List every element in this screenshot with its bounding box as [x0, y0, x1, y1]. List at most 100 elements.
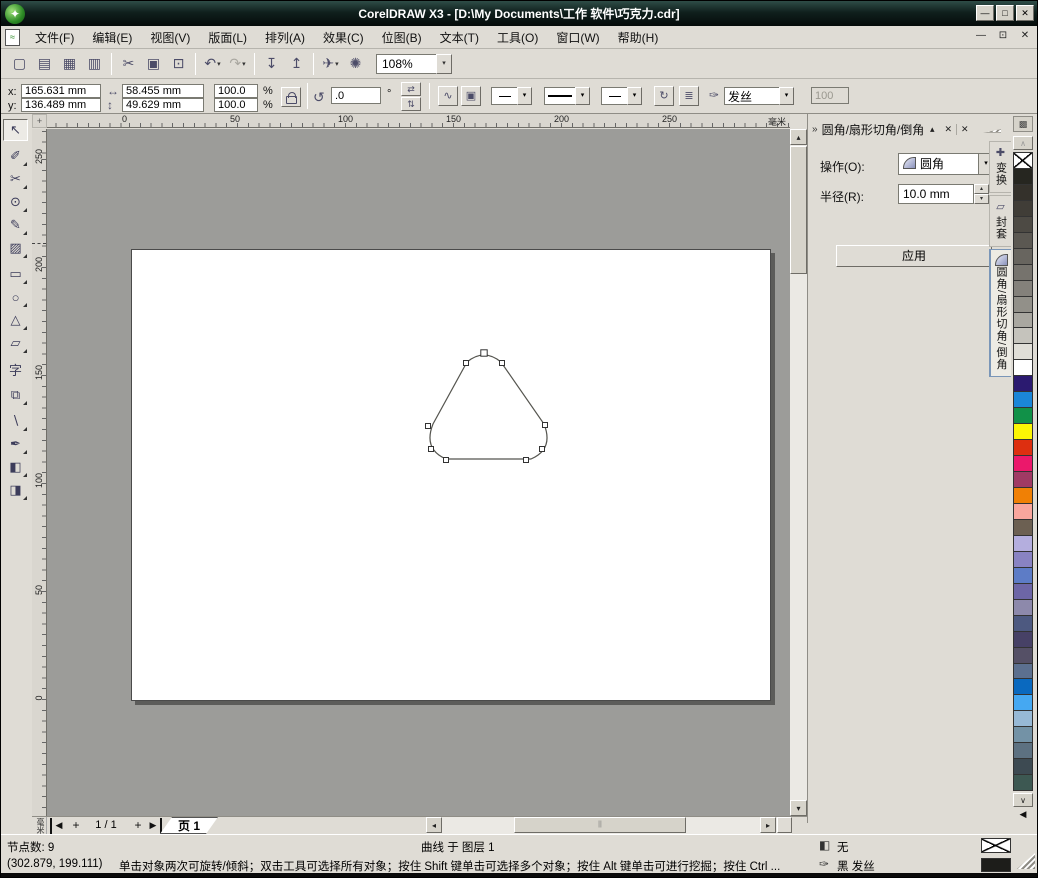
rectangle-tool[interactable]: ▭ — [3, 263, 28, 285]
docker-group-close-button[interactable]: ✕ — [956, 123, 972, 135]
close-button[interactable]: ✕ — [1016, 5, 1034, 21]
menu-tools[interactable]: 工具(O) — [488, 26, 547, 49]
palette-scroll-down-button[interactable]: ∨ — [1013, 793, 1033, 807]
flyout-arrow-icon[interactable] — [23, 280, 27, 284]
scroll-left-button[interactable]: ◂ — [426, 817, 442, 833]
freehand-tool[interactable]: ✎ — [3, 214, 28, 236]
curve-object[interactable] — [429, 354, 548, 460]
add-page-after-button[interactable]: + — [130, 818, 146, 834]
curve-node[interactable] — [480, 349, 488, 357]
restore-button[interactable]: □ — [996, 5, 1014, 21]
pick-tool[interactable]: ↖ — [3, 119, 28, 141]
redo-button[interactable]: ↷ ▾ — [225, 52, 250, 76]
radius-field[interactable]: 10.0 mm — [898, 184, 974, 204]
flyout-arrow-icon[interactable] — [23, 401, 27, 405]
curve-node[interactable] — [428, 446, 434, 452]
crop-tool[interactable]: ✂ — [3, 168, 28, 190]
color-swatch[interactable] — [1014, 743, 1032, 760]
zoom-tool[interactable]: ⊙ — [3, 191, 28, 213]
outline-width-dropdown[interactable]: ▾ — [779, 87, 794, 105]
flyout-arrow-icon[interactable] — [23, 427, 27, 431]
scroll-down-button[interactable]: ▾ — [790, 800, 807, 816]
curve-node[interactable] — [425, 423, 431, 429]
object-height-field[interactable]: 49.629 mm — [122, 98, 204, 112]
color-swatch[interactable] — [1014, 264, 1032, 281]
color-swatch[interactable] — [1014, 424, 1032, 441]
color-swatch[interactable] — [1014, 440, 1032, 457]
color-swatch[interactable] — [1014, 488, 1032, 504]
y-position-field[interactable]: 136.489 mm — [21, 98, 101, 112]
curve-node[interactable] — [542, 422, 548, 428]
horizontal-scrollbar[interactable]: ◂ || ▸ — [426, 817, 792, 834]
flyout-arrow-icon[interactable] — [23, 303, 27, 307]
color-swatch[interactable] — [1014, 727, 1032, 744]
color-swatch[interactable] — [1014, 615, 1032, 632]
color-swatch[interactable] — [1014, 583, 1032, 600]
menu-file[interactable]: 文件(F) — [26, 26, 83, 49]
palette-expand-button[interactable]: ◀ — [1013, 809, 1033, 823]
x-position-field[interactable]: 165.631 mm — [21, 84, 101, 98]
outline-width-value[interactable]: 发丝 — [724, 87, 779, 105]
start-arrowhead-combo[interactable]: ▾ — [491, 87, 532, 105]
docker-collapse-button[interactable]: ▴ — [924, 124, 940, 135]
dropdown-arrow-icon[interactable]: ▾ — [217, 60, 221, 68]
polygon-tool[interactable]: △ — [3, 309, 28, 331]
vertical-ruler[interactable]: 250 200 150 100 50 0 — [32, 129, 47, 816]
vertical-scrollbar[interactable]: ▴ ▾ — [790, 129, 807, 816]
docker-tab-transform[interactable]: ✚ 变换 — [989, 141, 1011, 193]
scroll-up-button[interactable]: ▴ — [790, 129, 807, 145]
color-swatch[interactable] — [1014, 599, 1032, 616]
scale-v-field[interactable]: 100.0 — [214, 98, 258, 112]
end-arrowhead-dropdown[interactable]: ▾ — [627, 87, 642, 105]
open-button[interactable]: ▤ — [32, 52, 57, 76]
outline-width-combo[interactable]: 发丝 ▾ — [724, 87, 794, 105]
color-swatch[interactable] — [1014, 280, 1032, 297]
zoom-level-value[interactable]: 108% — [376, 53, 436, 74]
basic-shapes-tool[interactable]: ▱ — [3, 332, 28, 354]
shape-tool[interactable]: ✐ — [3, 145, 28, 167]
paste-button[interactable]: ⊡ — [166, 52, 191, 76]
spin-down-icon[interactable]: ▾ — [974, 194, 989, 204]
drawing-canvas[interactable] — [47, 129, 790, 816]
flyout-arrow-icon[interactable] — [23, 496, 27, 500]
close-curve-button[interactable]: ↻ — [654, 86, 674, 106]
color-swatch[interactable] — [1014, 647, 1032, 664]
minimize-button[interactable]: — — [976, 5, 994, 21]
color-swatch[interactable] — [1014, 168, 1032, 185]
color-swatch[interactable] — [1014, 184, 1032, 201]
color-swatch[interactable] — [1014, 631, 1032, 648]
doc-restore-button[interactable]: ⊡ — [995, 29, 1011, 44]
radius-spinner[interactable]: ▴ ▾ — [974, 184, 989, 204]
corel-online-button[interactable]: ✺ — [343, 52, 368, 76]
import-button[interactable]: ↧ — [259, 52, 284, 76]
color-swatch[interactable] — [1014, 775, 1032, 792]
save-button[interactable]: ▦ — [57, 52, 82, 76]
color-swatch[interactable] — [1014, 567, 1032, 584]
color-swatch[interactable] — [1014, 759, 1032, 776]
doc-close-button[interactable]: ✕ — [1017, 29, 1033, 44]
add-page-before-button[interactable]: + — [68, 818, 84, 834]
color-swatch[interactable] — [1014, 232, 1032, 249]
text-tool[interactable]: 字 — [3, 358, 28, 380]
undo-button[interactable]: ↶ ▾ — [200, 52, 225, 76]
first-page-button[interactable]: ◀ — [50, 818, 66, 834]
color-swatch-none[interactable] — [1014, 153, 1032, 169]
flyout-arrow-icon[interactable] — [23, 185, 27, 189]
apply-button[interactable]: 应用 — [836, 245, 992, 267]
print-button[interactable]: ▥ — [82, 52, 107, 76]
spin-up-icon[interactable]: ▴ — [974, 184, 989, 194]
color-swatch[interactable] — [1014, 200, 1032, 217]
docker-tab-fillet[interactable]: 圆角/扇形切角/倒角 — [989, 249, 1011, 378]
color-swatch[interactable] — [1014, 344, 1032, 361]
flyout-arrow-icon[interactable] — [23, 473, 27, 477]
color-swatch[interactable] — [1014, 551, 1032, 568]
lock-ratio-button[interactable] — [281, 87, 301, 107]
color-swatch[interactable] — [1014, 663, 1032, 680]
dropdown-arrow-icon[interactable]: ▾ — [242, 60, 246, 68]
copy-button[interactable]: ▣ — [141, 52, 166, 76]
export-button[interactable]: ↥ — [284, 52, 309, 76]
menu-view[interactable]: 视图(V) — [141, 26, 199, 49]
color-swatch[interactable] — [1014, 360, 1032, 377]
overlap-button[interactable]: ▣ — [461, 86, 481, 106]
page-tab[interactable]: 页 1 — [160, 817, 218, 834]
